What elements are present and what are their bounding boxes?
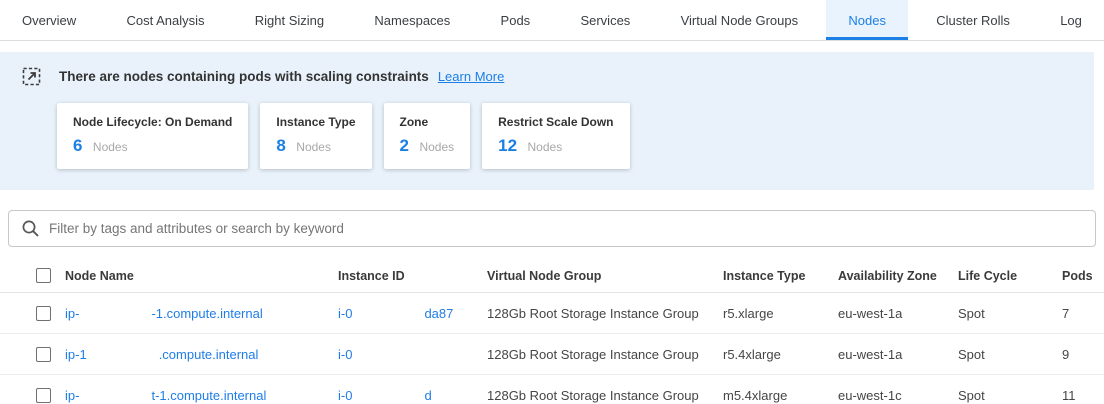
tab-bar: Overview Cost Analysis Right Sizing Name… xyxy=(0,0,1104,41)
virtual-node-group-cell: 128Gb Root Storage Instance Group xyxy=(487,347,723,362)
card-title: Zone xyxy=(400,115,455,129)
scaling-constraints-banner: There are nodes containing pods with sca… xyxy=(0,52,1094,190)
card-count: 2 xyxy=(400,136,409,155)
virtual-node-group-cell: 128Gb Root Storage Instance Group xyxy=(487,306,723,321)
banner-message: There are nodes containing pods with sca… xyxy=(59,69,429,84)
card-instance-type[interactable]: Instance Type 8 Nodes xyxy=(260,103,371,169)
life-cycle-cell: Spot xyxy=(958,388,1062,403)
card-title: Node Lifecycle: On Demand xyxy=(73,115,232,129)
tab-nodes[interactable]: Nodes xyxy=(826,0,908,40)
column-header-instance-type: Instance Type xyxy=(723,269,838,283)
tab-namespaces[interactable]: Namespaces xyxy=(352,0,472,40)
filter-bar xyxy=(8,210,1096,247)
life-cycle-cell: Spot xyxy=(958,306,1062,321)
pods-cell: 11 xyxy=(1062,388,1104,403)
nodes-table: Node Name Instance ID Virtual Node Group… xyxy=(0,259,1104,404)
card-count: 8 xyxy=(276,136,285,155)
row-checkbox[interactable] xyxy=(36,347,51,362)
column-header-life-cycle: Life Cycle xyxy=(958,269,1062,283)
node-name-link[interactable]: ip-t-1.compute.internal xyxy=(65,388,266,403)
card-title: Restrict Scale Down xyxy=(498,115,613,129)
pods-cell: 9 xyxy=(1062,347,1104,362)
instance-id-link[interactable]: i-0da87 xyxy=(338,306,453,321)
card-count: 12 xyxy=(498,136,517,155)
card-title: Instance Type xyxy=(276,115,355,129)
learn-more-link[interactable]: Learn More xyxy=(438,69,504,84)
pods-cell: 7 xyxy=(1062,306,1104,321)
instance-type-cell: m5.4xlarge xyxy=(723,388,838,403)
row-checkbox[interactable] xyxy=(36,388,51,403)
card-unit: Nodes xyxy=(93,140,128,154)
column-header-pods: Pods xyxy=(1062,269,1104,283)
tab-log[interactable]: Log xyxy=(1038,0,1104,40)
column-header-availability-zone: Availability Zone xyxy=(838,269,958,283)
node-name-link[interactable]: ip-1.compute.internal xyxy=(65,347,258,362)
select-all-checkbox[interactable] xyxy=(36,268,51,283)
filter-search-input[interactable] xyxy=(8,210,1096,247)
instance-id-link[interactable]: i-0 xyxy=(338,347,424,362)
tab-right-sizing[interactable]: Right Sizing xyxy=(233,0,346,40)
card-unit: Nodes xyxy=(528,140,563,154)
life-cycle-cell: Spot xyxy=(958,347,1062,362)
table-header-row: Node Name Instance ID Virtual Node Group… xyxy=(0,259,1104,293)
instance-type-cell: r5.4xlarge xyxy=(723,347,838,362)
tab-cost-analysis[interactable]: Cost Analysis xyxy=(104,0,226,40)
card-zone[interactable]: Zone 2 Nodes xyxy=(384,103,471,169)
node-name-link[interactable]: ip--1.compute.internal xyxy=(65,306,263,321)
tab-services[interactable]: Services xyxy=(558,0,652,40)
virtual-node-group-cell: 128Gb Root Storage Instance Group xyxy=(487,388,723,403)
search-icon xyxy=(21,219,40,243)
tab-pods[interactable]: Pods xyxy=(479,0,553,40)
tab-overview[interactable]: Overview xyxy=(0,0,98,40)
tab-virtual-node-groups[interactable]: Virtual Node Groups xyxy=(659,0,821,40)
column-header-virtual-node-group: Virtual Node Group xyxy=(487,269,723,283)
availability-zone-cell: eu-west-1a xyxy=(838,347,958,362)
card-unit: Nodes xyxy=(296,140,331,154)
instance-id-link[interactable]: i-0d xyxy=(338,388,432,403)
card-count: 6 xyxy=(73,136,82,155)
instance-type-cell: r5.xlarge xyxy=(723,306,838,321)
tab-cluster-rolls[interactable]: Cluster Rolls xyxy=(914,0,1032,40)
availability-zone-cell: eu-west-1a xyxy=(838,306,958,321)
column-header-instance-id: Instance ID xyxy=(338,269,487,283)
scale-out-icon xyxy=(22,66,42,86)
card-unit: Nodes xyxy=(419,140,454,154)
table-row: ip-t-1.compute.internal i-0d 128Gb Root … xyxy=(0,375,1104,404)
availability-zone-cell: eu-west-1c xyxy=(838,388,958,403)
row-checkbox[interactable] xyxy=(36,306,51,321)
table-row: ip--1.compute.internal i-0da87 128Gb Roo… xyxy=(0,293,1104,334)
column-header-node-name: Node Name xyxy=(65,269,338,283)
card-node-lifecycle-on-demand[interactable]: Node Lifecycle: On Demand 6 Nodes xyxy=(57,103,248,169)
table-row: ip-1.compute.internal i-0 128Gb Root Sto… xyxy=(0,334,1104,375)
constraint-cards: Node Lifecycle: On Demand 6 Nodes Instan… xyxy=(57,103,1094,169)
card-restrict-scale-down[interactable]: Restrict Scale Down 12 Nodes xyxy=(482,103,629,169)
